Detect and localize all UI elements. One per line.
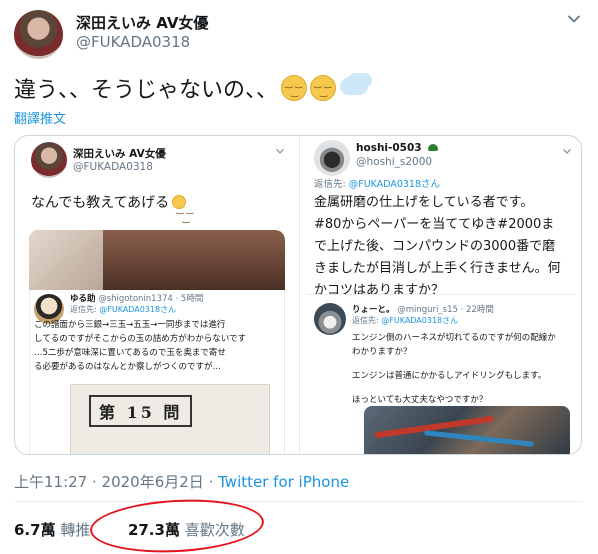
- reply-line: この譜面から三銀→三玉→五玉→一同歩までは進行: [34, 320, 226, 330]
- reply-time: 5時間: [180, 294, 204, 304]
- client-link[interactable]: Twitter for iPhone: [218, 473, 349, 491]
- tweet-meta: 上午11:27 · 2020年6月2日 · Twitter for iPhone: [14, 471, 349, 492]
- reply-line: ほっといても大丈夫なやつですか？: [352, 395, 488, 405]
- reply-line: …5二歩が意味深に置いてあるので玉を奥まで寄せ: [34, 348, 226, 358]
- tweet-date[interactable]: 2020年6月2日: [102, 473, 204, 491]
- meta-separator: ·: [87, 473, 102, 491]
- quoted-handle: @FUKADA0318: [73, 161, 153, 173]
- tweet-text-content: 違う、、そうじゃないの、、: [14, 78, 279, 103]
- quoted-screenshot-left: 深田えいみ AV女優 @FUKADA0318 なんでも教えてあげる ゆる助 @s…: [15, 136, 299, 454]
- chevron-down-icon[interactable]: [567, 12, 581, 26]
- reply-to-line: 返信先: @FUKADA0318さん: [352, 315, 458, 326]
- reply-line: る必要があるのはなんとか察しがつくのですが…: [34, 362, 222, 372]
- quoted-text: なんでも教えてあげる: [31, 192, 194, 230]
- reply-to-mention: @FUKADA0318さん: [348, 179, 441, 190]
- reply-name: ゆる助: [70, 294, 96, 304]
- reply-header: ゆる助 @shigotonin1374 · 5時間: [70, 294, 204, 304]
- quoted-handle: @hoshi_s2000: [356, 156, 433, 168]
- tweet-text: 違う、、そうじゃないの、、: [14, 72, 369, 104]
- divider: [14, 501, 582, 502]
- tweet-time[interactable]: 上午11:27: [14, 473, 87, 491]
- quoted-name: 深田えいみ AV女優: [73, 148, 166, 160]
- quoted-text-content: なんでも教えてあげる: [31, 195, 170, 211]
- winking-face-icon: [172, 195, 194, 230]
- screenshot-reply-shogi: ゆる助 @shigotonin1374 · 5時間 返信先: @FUKADA03…: [29, 290, 285, 454]
- problem-number-label: 第 15 問: [89, 395, 193, 427]
- reply-to-prefix: 返信先:: [352, 316, 382, 325]
- question-line: #80からペーパーを当ててゆき#2000ま: [314, 217, 555, 232]
- retweets-label: 轉推: [60, 521, 91, 539]
- chevron-down-icon: [276, 149, 284, 154]
- reply-name: りょーと。: [352, 305, 395, 315]
- reply-line: わかりますか？: [352, 347, 412, 357]
- reply-to-prefix: 返信先:: [314, 179, 349, 190]
- reply-line: エンジン側のハーネスが切れてるのですが何の配線か: [352, 333, 556, 343]
- reply-line: エンジンは普通にかかるしアイドリングもします。: [352, 371, 547, 381]
- reply-to-prefix: 返信先:: [70, 305, 100, 314]
- reply-to-line: 返信先: @FUKADA0318さん: [314, 176, 440, 190]
- likes-highlight-circle: [88, 495, 266, 554]
- reply-line: してるのですがそこからの玉の詰め方がわからないです: [34, 334, 246, 344]
- hair-photo: [29, 230, 285, 290]
- quoted-screenshot-right: hoshi-0503 @hoshi_s2000 返信先: @FUKADA0318…: [299, 136, 581, 454]
- reply-to-mention: @FUKADA0318さん: [381, 316, 459, 325]
- question-line: 金属研磨の仕上げをしている者です。: [314, 195, 534, 210]
- reply-header: りょーと。 @minguri_s15 · 22時間: [352, 305, 494, 315]
- reply-handle: @shigotonin1374: [98, 294, 173, 304]
- thought-balloon-icon: [340, 77, 369, 95]
- author-avatar[interactable]: [14, 10, 63, 59]
- reply-handle: @minguri_s15: [397, 305, 458, 315]
- reply-time: 22時間: [466, 305, 494, 315]
- chevron-down-icon: [563, 149, 571, 154]
- question-line: で上げた後、コンパウンドの3000番で磨: [314, 239, 556, 254]
- reply-to-line: 返信先: @FUKADA0318さん: [70, 304, 176, 315]
- shogi-problem-photo: 第 15 問: [70, 384, 270, 454]
- relieved-face-icon: [281, 75, 308, 101]
- reply-to-mention: @FUKADA0318さん: [99, 305, 177, 314]
- quoted-name: hoshi-0503: [356, 142, 439, 154]
- relieved-face-icon: [310, 75, 337, 101]
- retweets-count: 6.7萬: [14, 521, 56, 539]
- engine-photo: [364, 406, 570, 454]
- meta-separator: ·: [203, 473, 219, 491]
- question-line: きましたが目消しが上手く行きません。何: [314, 261, 561, 276]
- reply-avatar: [314, 303, 346, 335]
- quoted-avatar: [31, 142, 67, 178]
- quoted-name-text: hoshi-0503: [356, 142, 422, 154]
- author-handle[interactable]: @FUKADA0318: [76, 33, 190, 51]
- author-name[interactable]: 深田えいみ AV女優: [76, 12, 208, 33]
- translate-tweet-link[interactable]: 翻譯推文: [14, 108, 66, 127]
- quoted-avatar: [314, 140, 350, 176]
- retweets-stat[interactable]: 6.7萬 轉推: [14, 521, 90, 539]
- tweet-image-card[interactable]: 深田えいみ AV女優 @FUKADA0318 なんでも教えてあげる ゆる助 @s…: [14, 135, 582, 455]
- turtle-icon: [428, 144, 439, 151]
